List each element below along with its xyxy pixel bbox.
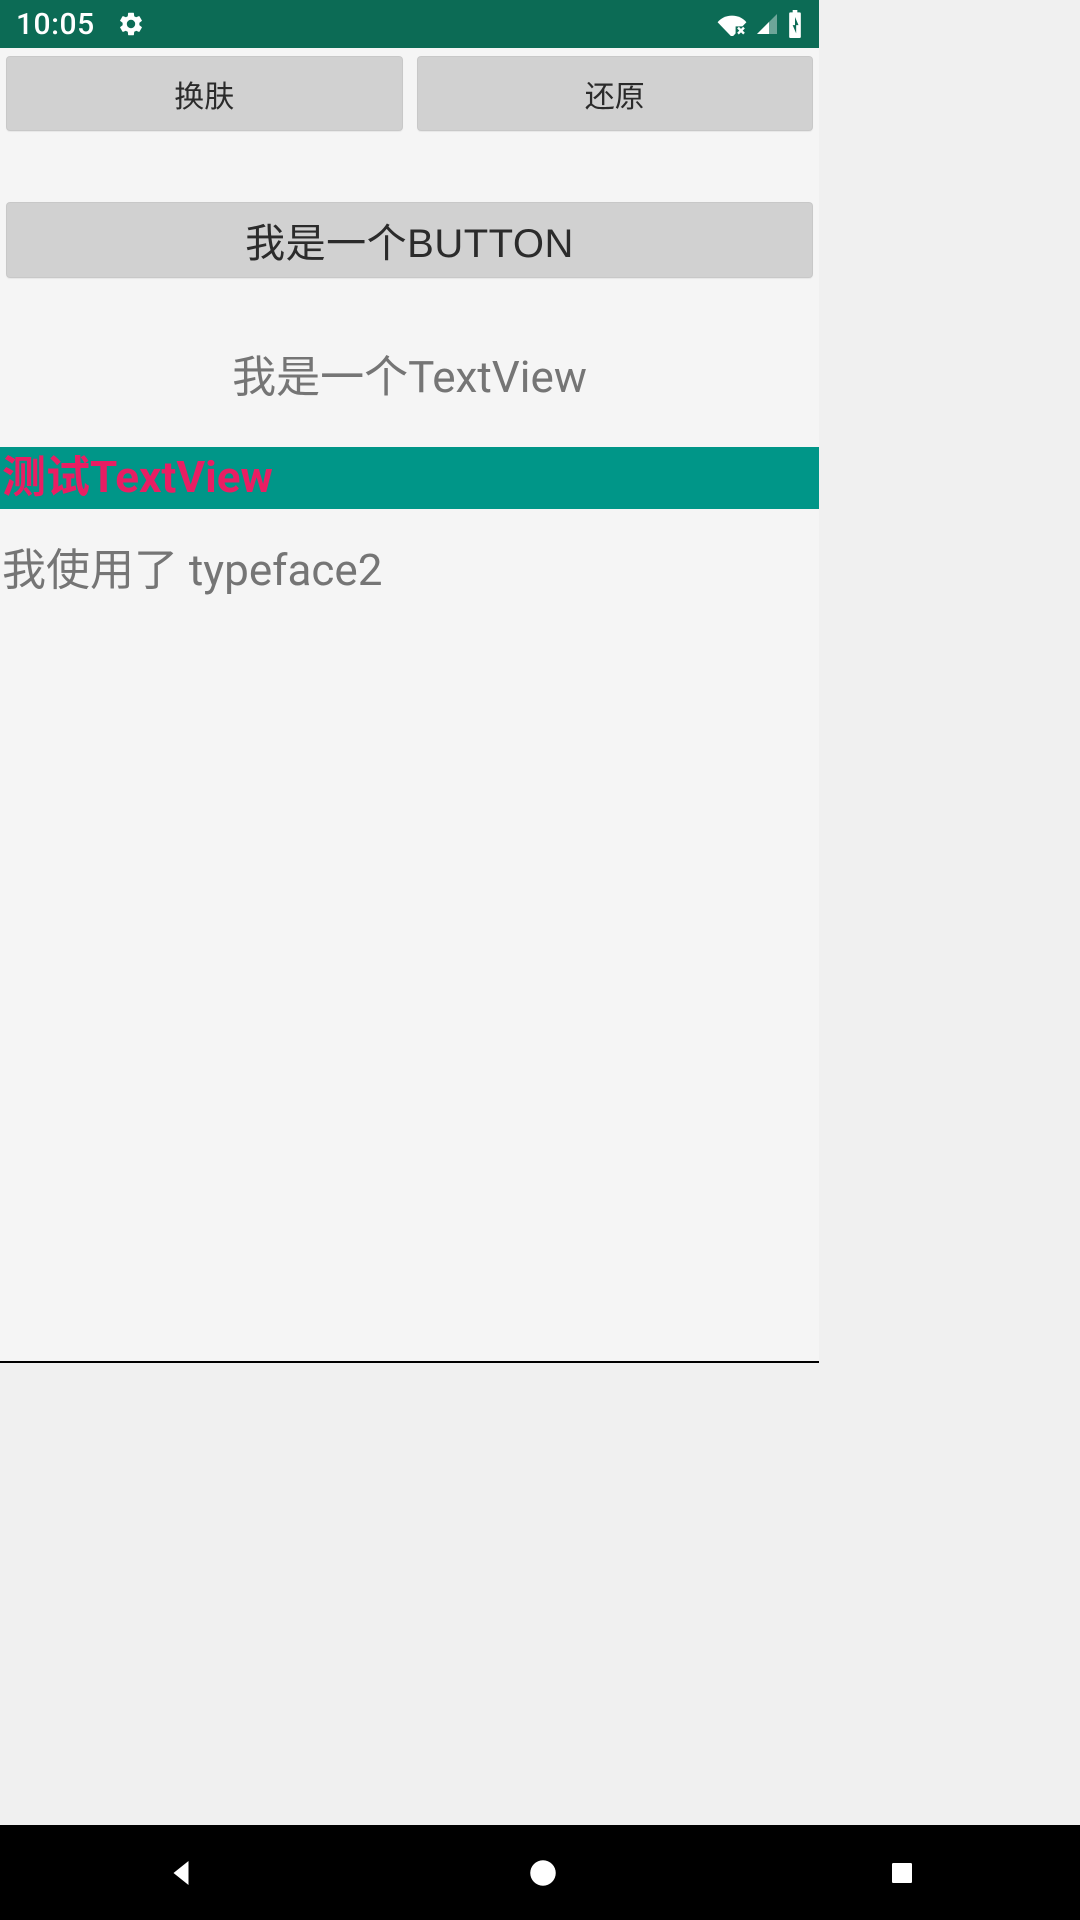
test-textview: 测试TextView <box>0 447 819 509</box>
wifi-icon <box>717 12 747 36</box>
cell-signal-icon <box>755 12 779 36</box>
recents-icon[interactable] <box>887 1858 917 1888</box>
restore-button[interactable]: 还原 <box>417 56 814 131</box>
home-icon[interactable] <box>526 1856 560 1890</box>
big-button-container: 我是一个BUTTON <box>0 194 819 286</box>
status-bar: 10:05 <box>0 0 819 48</box>
textview-label: 我是一个TextView <box>0 341 819 405</box>
status-right <box>717 10 803 38</box>
navigation-bar <box>0 1825 1080 1920</box>
demo-button[interactable]: 我是一个BUTTON <box>6 202 813 278</box>
bottom-divider <box>0 1361 819 1363</box>
gear-icon <box>117 10 145 38</box>
change-skin-button[interactable]: 换肤 <box>6 56 403 131</box>
typeface2-textview: 我使用了 typeface2 <box>0 534 819 598</box>
top-button-row: 换肤 还原 <box>0 48 819 139</box>
battery-charging-icon <box>787 10 803 38</box>
back-icon[interactable] <box>163 1855 199 1891</box>
status-clock: 10:05 <box>16 7 95 42</box>
app-content: 换肤 还原 我是一个BUTTON 我是一个TextView 测试TextView… <box>0 48 819 1361</box>
status-left: 10:05 <box>16 7 145 42</box>
